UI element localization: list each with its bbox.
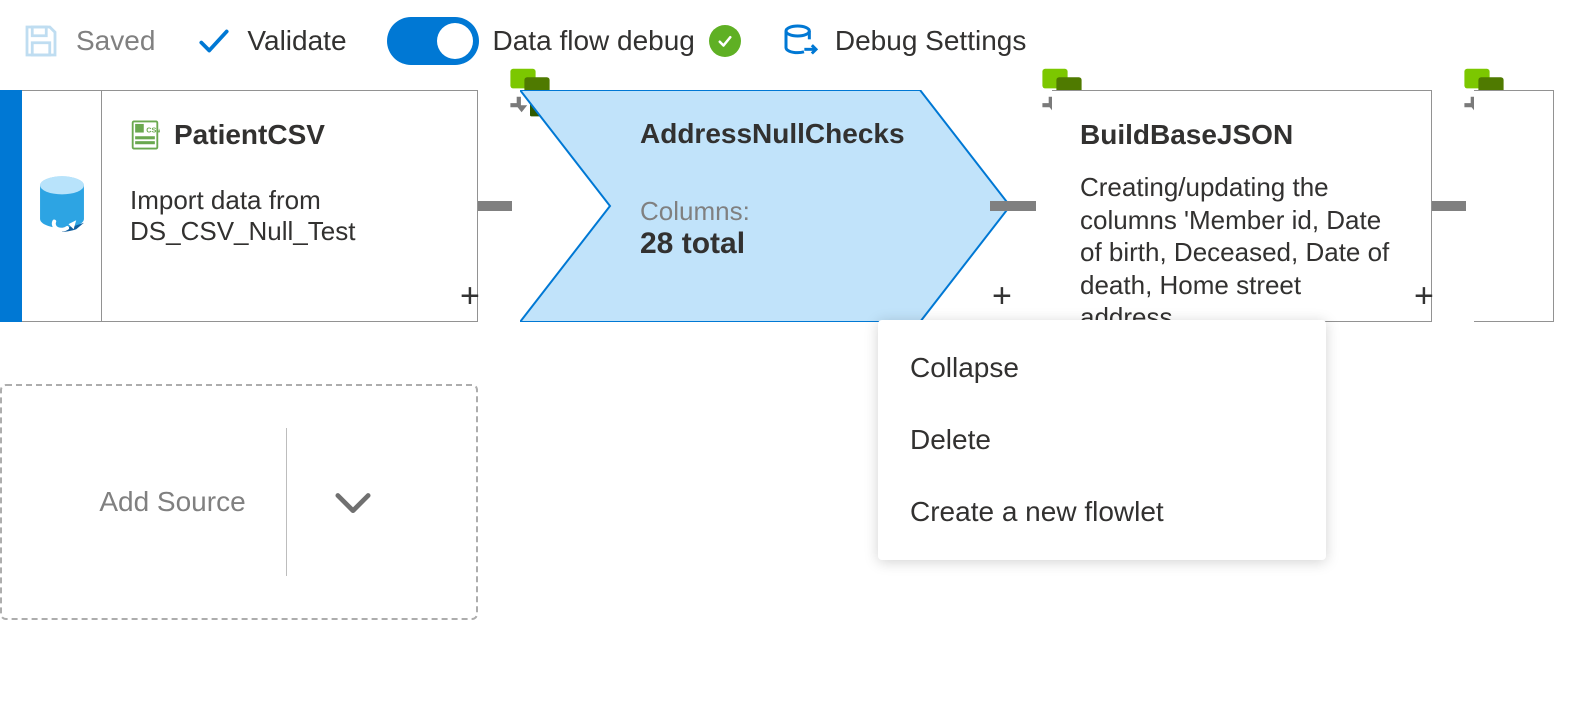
columns-value: 28 total bbox=[640, 227, 982, 261]
node-addressnullchecks[interactable]: AddressNullChecks Columns: 28 total bbox=[520, 90, 1010, 322]
add-step-button[interactable]: + bbox=[1414, 277, 1434, 316]
database-arrow-icon bbox=[781, 21, 821, 61]
debug-settings-label: Debug Settings bbox=[835, 25, 1026, 57]
toolbar: Saved Validate Data flow debug Debug Set… bbox=[0, 0, 1571, 82]
node-next[interactable] bbox=[1474, 90, 1554, 322]
checkmark-icon bbox=[195, 22, 233, 60]
menu-item-collapse[interactable]: Collapse bbox=[878, 332, 1326, 404]
debug-toggle-label: Data flow debug bbox=[493, 25, 695, 57]
debug-toggle[interactable] bbox=[387, 17, 479, 65]
validate-label: Validate bbox=[247, 25, 346, 57]
saved-label: Saved bbox=[76, 25, 155, 57]
node-patientcsv[interactable]: CSV PatientCSV Import data from DS_CSV_N… bbox=[102, 90, 478, 322]
node-description: Creating/updating the columns 'Member id… bbox=[1080, 171, 1403, 334]
dataflow-canvas[interactable]: CSV PatientCSV Import data from DS_CSV_N… bbox=[0, 90, 1571, 712]
menu-item-create-flowlet[interactable]: Create a new flowlet bbox=[878, 476, 1326, 548]
node-buildbasejson[interactable]: BuildBaseJSON Creating/updating the colu… bbox=[1052, 90, 1432, 322]
add-step-button[interactable]: + bbox=[460, 277, 480, 316]
add-source-label: Add Source bbox=[99, 486, 245, 518]
source-type-icon-box[interactable] bbox=[22, 90, 102, 322]
node-title: BuildBaseJSON bbox=[1080, 119, 1293, 151]
add-source-button[interactable]: Add Source bbox=[0, 384, 478, 620]
save-icon bbox=[20, 20, 62, 62]
columns-label: Columns: bbox=[640, 196, 982, 227]
dataflow-row: CSV PatientCSV Import data from DS_CSV_N… bbox=[0, 90, 1571, 322]
connector-2: + bbox=[1010, 90, 1052, 322]
save-button[interactable]: Saved bbox=[20, 20, 155, 62]
svg-text:CSV: CSV bbox=[146, 126, 160, 135]
node-title: PatientCSV bbox=[174, 119, 325, 151]
node-title: AddressNullChecks bbox=[640, 118, 982, 150]
csv-file-icon: CSV bbox=[130, 119, 160, 151]
database-source-icon bbox=[35, 175, 89, 237]
connector-3: + bbox=[1432, 90, 1474, 322]
add-step-button[interactable]: + bbox=[992, 277, 1012, 316]
debug-settings-button[interactable]: Debug Settings bbox=[781, 21, 1026, 61]
validate-button[interactable]: Validate bbox=[195, 22, 346, 60]
debug-status-icon bbox=[709, 25, 741, 57]
chevron-down-icon[interactable] bbox=[327, 476, 379, 528]
pipeline-strip bbox=[0, 90, 22, 322]
context-menu: Collapse Delete Create a new flowlet bbox=[878, 320, 1326, 560]
menu-item-delete[interactable]: Delete bbox=[878, 404, 1326, 476]
connector-1: + bbox=[478, 90, 520, 322]
divider bbox=[286, 428, 287, 576]
dataflow-debug-toggle-group: Data flow debug bbox=[387, 17, 741, 65]
node-description: Import data from DS_CSV_Null_Test bbox=[130, 185, 449, 247]
